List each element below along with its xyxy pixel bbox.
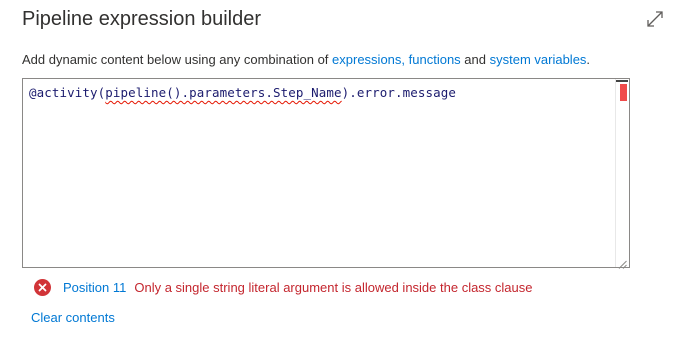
- dialog-description: Add dynamic content below using any comb…: [22, 52, 590, 67]
- clear-contents-link[interactable]: Clear contents: [31, 310, 115, 325]
- code-suffix: ).error.message: [341, 85, 457, 100]
- dialog-title: Pipeline expression builder: [22, 8, 262, 30]
- error-x-icon: [34, 278, 51, 296]
- expression-editor[interactable]: @activity(pipeline().parameters.Step_Nam…: [22, 78, 630, 269]
- scrollbar-error-marker: [620, 84, 627, 101]
- validation-error: Position 11 Only a single string literal…: [34, 277, 533, 297]
- code-error-segment: pipeline().parameters.Step_Name: [105, 85, 342, 100]
- description-middle: and: [460, 52, 490, 67]
- error-message: Only a single string literal argument is…: [134, 279, 533, 295]
- functions-link[interactable]: functions: [409, 52, 461, 67]
- expression-builder-dialog: Pipeline expression builder Add dynamic …: [0, 0, 674, 342]
- code-prefix: @activity(: [29, 85, 106, 100]
- expand-diagonal-icon[interactable]: [645, 9, 665, 29]
- description-suffix: .: [586, 52, 591, 67]
- system-variables-link[interactable]: system variables: [490, 52, 587, 67]
- expression-code[interactable]: @activity(pipeline().parameters.Step_Nam…: [29, 85, 456, 100]
- description-prefix: Add dynamic content below using any comb…: [22, 52, 333, 67]
- editor-scrollbar[interactable]: [615, 79, 629, 267]
- error-position-link[interactable]: Position 11: [63, 280, 126, 295]
- scrollbar-cursor-marker: [616, 80, 628, 82]
- resize-grip-icon[interactable]: [618, 256, 627, 269]
- expressions-link[interactable]: expressions,: [332, 52, 405, 67]
